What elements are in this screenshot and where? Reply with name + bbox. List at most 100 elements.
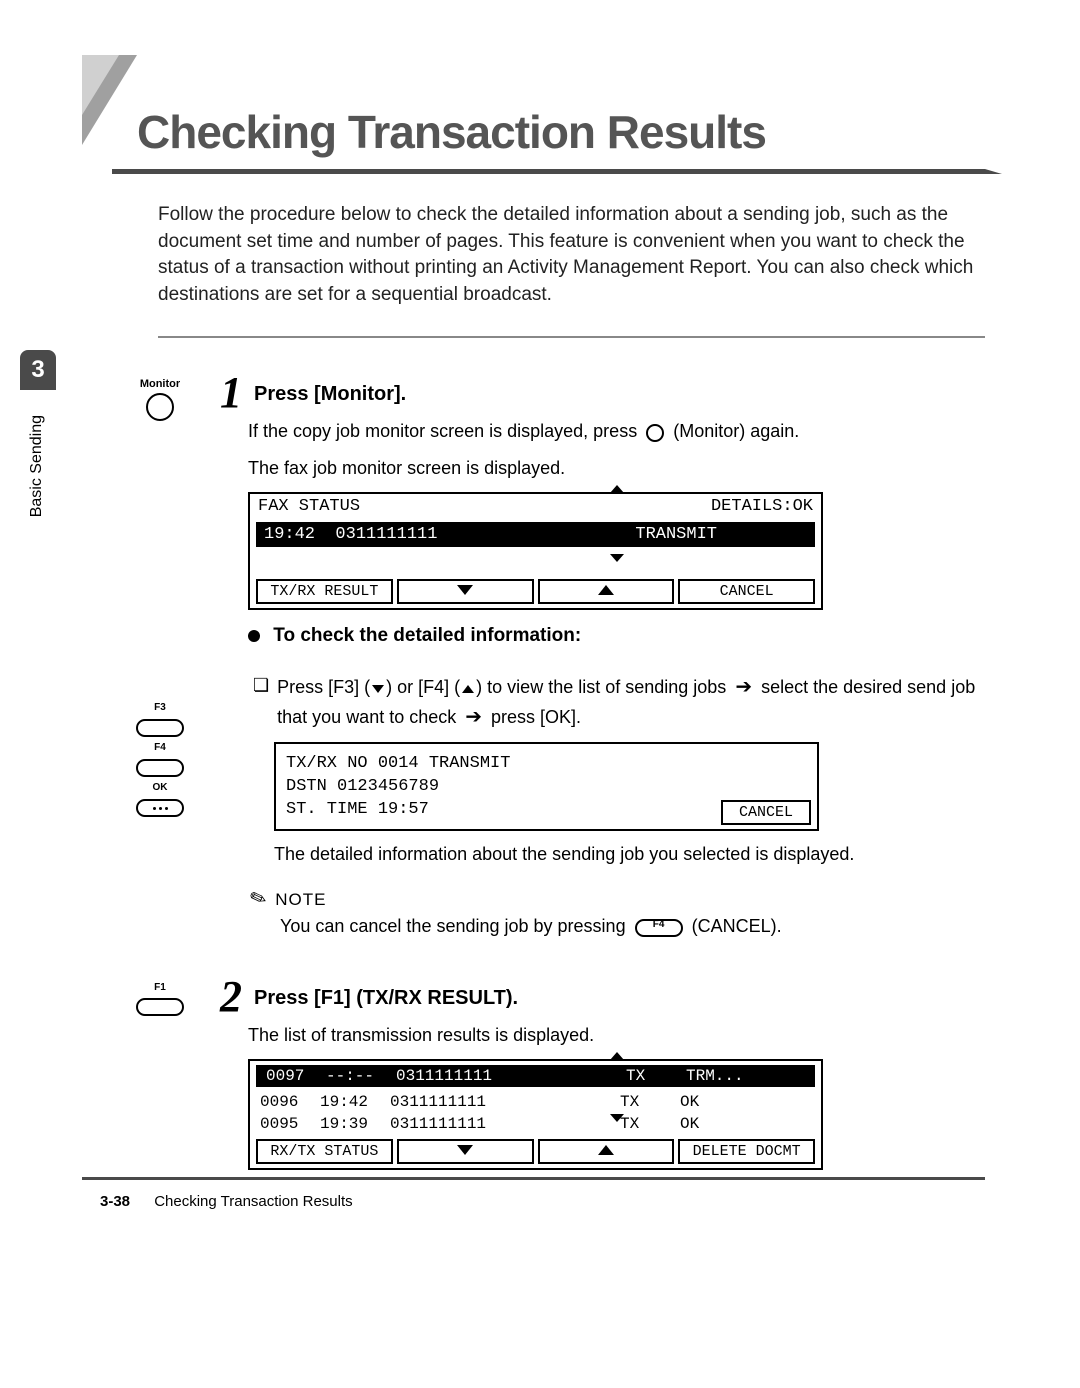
lcd3-r1-type: TX [626, 1067, 686, 1085]
ok-label: OK [153, 782, 168, 793]
f4-label: F4 [154, 742, 166, 753]
sub-pre: Press [F3] ( [277, 677, 370, 697]
lcd-display-3: 0097 --:-- 0311111111 TX TRM... 0096 19:… [248, 1059, 823, 1170]
note-section: ✎ NOTE You can cancel the sending job by… [250, 886, 985, 937]
monitor-button-icon [146, 393, 174, 421]
page-number: 3-38 [100, 1193, 130, 1210]
lcd-display-2: TX/RX NO 0014 TRANSMIT DSTN 0123456789 S… [274, 742, 819, 831]
note-pre: You can cancel the sending job by pressi… [280, 916, 631, 936]
lcd3-r1-num: 0311111111 [396, 1067, 626, 1085]
lcd3-r2-id: 0096 [260, 1093, 320, 1111]
lcd2-cancel-btn: CANCEL [721, 800, 811, 825]
lcd3-row-1: 0097 --:-- 0311111111 TX TRM... [256, 1065, 815, 1087]
lcd3-r2-type: TX [620, 1093, 680, 1111]
lcd2-line1: TX/RX NO 0014 TRANSMIT [286, 752, 807, 775]
f4-button-icon [136, 759, 184, 777]
key-row: F3 F4 OK ❏ Press [F3] () or [F4] () to v… [110, 672, 985, 937]
lcd1-header-left: FAX STATUS [258, 497, 360, 516]
lcd3-r3-time: 19:39 [320, 1115, 390, 1133]
arrow-right-icon-2: ➔ [465, 706, 482, 728]
bullet-heading-text: To check the detailed information: [273, 625, 581, 646]
arrow-down-icon [372, 685, 384, 693]
sub-item: ❏ Press [F3] () or [F4] () to view the l… [248, 672, 985, 732]
step-2-body: The list of transmission results is disp… [248, 1022, 985, 1049]
footer-line [82, 1177, 985, 1180]
lcd3-row-2: 0096 19:42 0311111111 TX OK [250, 1091, 821, 1113]
pencil-icon: ✎ [246, 884, 270, 913]
chapter-side-tab: 3 Basic Sending [20, 350, 56, 527]
monitor-key-label: Monitor [110, 378, 210, 390]
sub-mid2: ) to view the list of sending jobs [476, 677, 731, 697]
title-underline [112, 169, 985, 174]
chapter-number: 3 [20, 350, 56, 390]
sub-end: press [OK]. [486, 707, 581, 727]
f1-label: F1 [110, 982, 210, 993]
step-2-heading: Press [F1] (TX/RX RESULT). [220, 977, 985, 1010]
step-2-number: 2 [220, 977, 242, 1017]
f1-icon-col: F1 [110, 977, 210, 1021]
f1-button-icon [136, 998, 184, 1016]
lcd3-r3-type: TX [620, 1115, 680, 1133]
intro-paragraph: Follow the procedure below to check the … [158, 202, 985, 308]
f4-inline-label: F4 [653, 919, 665, 930]
note-label: NOTE [275, 890, 326, 909]
note-post: (CANCEL). [692, 916, 782, 936]
lcd3-r3-status: OK [680, 1115, 811, 1133]
lcd3-r2-num: 0311111111 [390, 1093, 620, 1111]
step-1-heading: Press [Monitor]. [220, 373, 985, 406]
step-1-number: 1 [220, 373, 242, 413]
function-keys-col: F3 F4 OK [110, 672, 210, 822]
lcd3-btn-up [538, 1139, 675, 1164]
lcd1-btn-txrx: TX/RX RESULT [256, 579, 393, 604]
monitor-icon-inline [646, 424, 664, 442]
scroll-arrow-up-icon [610, 485, 624, 493]
lcd3-r1-status: TRM... [686, 1067, 805, 1085]
monitor-icon-col: Monitor [110, 373, 210, 421]
page-title: Checking Transaction Results [82, 105, 985, 159]
lcd1-btn-cancel: CANCEL [678, 579, 815, 604]
bullet-heading: To check the detailed information: [248, 625, 985, 647]
decorative-corner-inner [82, 55, 119, 115]
f3-button-icon [136, 719, 184, 737]
lcd-display-1-wrapper: FAX STATUS DETAILS:OK 19:42 0311111111 T… [248, 492, 985, 610]
footer: 3-38 Checking Transaction Results [100, 1193, 353, 1210]
lcd3-btn-down [397, 1139, 534, 1164]
lcd2-line2: DSTN 0123456789 [286, 775, 807, 798]
lcd3-row-3: 0095 19:39 0311111111 TX OK [250, 1113, 821, 1135]
sub-mid1: ) or [F4] ( [386, 677, 460, 697]
lcd1-header-right: DETAILS:OK [711, 497, 813, 516]
f3-label: F3 [154, 702, 166, 713]
body1-pre: If the copy job monitor screen is displa… [248, 421, 642, 441]
lcd3-r1-id: 0097 [266, 1067, 326, 1085]
arrow-up-icon [462, 685, 474, 693]
lcd-display-3-wrapper: 0097 --:-- 0311111111 TX TRM... 0096 19:… [248, 1059, 985, 1170]
lcd3-btn-status: RX/TX STATUS [256, 1139, 393, 1164]
step-1-body-2: The fax job monitor screen is displayed. [248, 455, 985, 482]
body1-post: (Monitor) again. [673, 421, 799, 441]
lcd-display-1: FAX STATUS DETAILS:OK 19:42 0311111111 T… [248, 492, 823, 610]
lcd1-time: 19:42 [264, 525, 315, 544]
arrow-right-icon: ➔ [735, 676, 752, 698]
lcd3-r3-id: 0095 [260, 1115, 320, 1133]
lcd1-selected-row: 19:42 0311111111 TRANSMIT [256, 522, 815, 547]
step-1-body-1: If the copy job monitor screen is displa… [248, 418, 985, 445]
chapter-label: Basic Sending [20, 405, 54, 527]
bullet-dot-icon [248, 630, 260, 642]
step-2-row: F1 2 Press [F1] (TX/RX RESULT). The list… [110, 977, 985, 1185]
lcd1-status: TRANSMIT [635, 525, 717, 544]
detail-result-text: The detailed information about the sendi… [274, 841, 985, 868]
step-1-row: Monitor 1 Press [Monitor]. If the copy j… [110, 373, 985, 662]
lcd3-r2-status: OK [680, 1093, 811, 1111]
section-divider [158, 336, 985, 338]
footer-label: Checking Transaction Results [154, 1193, 352, 1210]
f4-inline-icon: F4 [635, 919, 683, 937]
lcd3-btn-delete: DELETE DOCMT [678, 1139, 815, 1164]
note-body: You can cancel the sending job by pressi… [280, 916, 985, 937]
scroll-arrow-up-icon-2 [610, 1052, 624, 1060]
lcd3-r2-time: 19:42 [320, 1093, 390, 1111]
lcd3-r1-time: --:-- [326, 1067, 396, 1085]
scroll-arrow-down-icon [610, 554, 624, 562]
lcd1-btn-up [538, 579, 675, 604]
lcd3-r3-num: 0311111111 [390, 1115, 620, 1133]
scroll-arrow-down-icon-2 [610, 1114, 624, 1122]
